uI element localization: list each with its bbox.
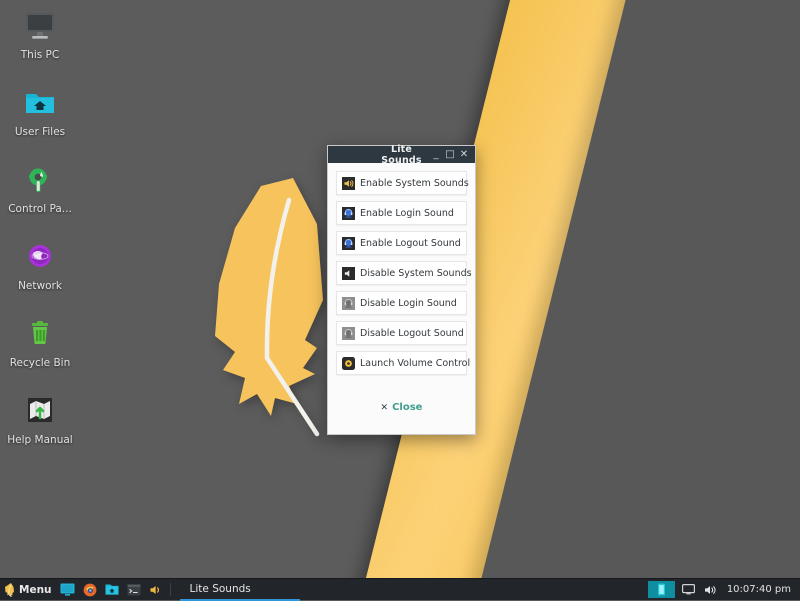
row-label: Disable System Sounds (360, 267, 472, 279)
task-list: Lite Sounds (174, 578, 648, 601)
help-manual-icon (0, 391, 80, 431)
task-label: Lite Sounds (189, 582, 251, 595)
row-label: Enable System Sounds (360, 177, 469, 189)
system-tray: 10:07:40 pm (647, 579, 800, 600)
file-manager-icon (105, 584, 119, 595)
desktop-icon-control-panel[interactable]: Control Pa... (0, 160, 80, 216)
enable-login-sound-button[interactable]: Enable Login Sound (336, 201, 467, 225)
control-panel-icon (0, 160, 80, 200)
close-window-button[interactable]: ✕ (457, 147, 471, 162)
firefox-icon (83, 583, 96, 596)
file-manager-launcher[interactable] (101, 579, 123, 600)
login-sound-icon (342, 206, 355, 220)
launch-volume-control-button[interactable]: Launch Volume Control (336, 351, 471, 375)
desktop-icon-label: Control Pa... (8, 203, 72, 215)
disable-system-sounds-button[interactable]: Disable System Sounds (336, 261, 472, 285)
volume-knob-icon (342, 356, 355, 370)
login-sound-disabled-icon (342, 296, 355, 310)
feather-logo-icon (5, 583, 14, 597)
feather-logo (215, 178, 323, 437)
clipboard-indicator-icon[interactable] (647, 581, 675, 598)
speaker-mute-icon (342, 266, 355, 280)
close-x-icon: ✕ (380, 402, 389, 413)
desktop-icon-help-manual[interactable]: Help Manual (0, 391, 80, 447)
home-folder-icon (0, 83, 80, 123)
desktop-icon-label: Recycle Bin (9, 357, 71, 369)
taskbar-launchers: Menu (0, 579, 167, 600)
volume-launcher[interactable] (145, 579, 167, 600)
speaker-icon[interactable] (702, 584, 719, 596)
trash-icon (0, 314, 80, 354)
lite-sounds-dialog[interactable]: Lite Sounds _ □ ✕ Enable System Sounds E… (327, 143, 476, 435)
close-area: ✕ Close (336, 381, 467, 434)
desktop-icon-recycle-bin[interactable]: Recycle Bin (0, 314, 80, 370)
desktop-icon-label: Network (18, 280, 62, 292)
clock[interactable]: 10:07:40 pm (724, 584, 794, 595)
close-label: Close (392, 402, 423, 413)
display-settings-icon (60, 583, 75, 596)
enable-logout-sound-button[interactable]: Enable Logout Sound (336, 231, 467, 255)
logout-sound-icon (342, 236, 355, 250)
row-label: Disable Login Sound (360, 297, 457, 309)
desktop-icon-user-files[interactable]: User Files (0, 83, 80, 139)
start-menu-button[interactable]: Menu (0, 579, 56, 600)
close-button[interactable]: ✕ Close (381, 402, 423, 413)
start-menu-label: Menu (19, 583, 52, 596)
row-label: Disable Logout Sound (360, 327, 464, 339)
speaker-on-icon (342, 176, 355, 190)
computer-icon (0, 6, 80, 46)
row-label: Launch Volume Control (360, 357, 471, 369)
desktop-icon-network[interactable]: Network (0, 237, 80, 293)
dialog-title: Lite Sounds (381, 143, 422, 166)
task-button-lite-sounds[interactable]: Lite Sounds (179, 578, 300, 601)
row-label: Enable Login Sound (360, 207, 454, 219)
dialog-titlebar[interactable]: Lite Sounds _ □ ✕ (328, 143, 475, 166)
monitor-icon[interactable] (680, 584, 697, 595)
dialog-body: Enable System Sounds Enable Login Sound (328, 163, 475, 434)
desktop-icon-this-pc[interactable]: This PC (0, 6, 80, 62)
disable-logout-sound-button[interactable]: Disable Logout Sound (336, 321, 467, 345)
terminal-icon (127, 584, 141, 595)
row-label: Enable Logout Sound (360, 237, 461, 249)
firefox-launcher[interactable] (79, 579, 101, 600)
network-globe-icon (0, 237, 80, 277)
display-settings-launcher[interactable] (56, 579, 79, 600)
taskbar: Menu Lite Sounds 10:07:40 pm (0, 578, 800, 601)
volume-icon (150, 585, 159, 594)
desktop-icon-list: This PC User Files Control Pa... Network… (0, 6, 80, 468)
logout-sound-disabled-icon (342, 326, 355, 340)
minimize-button[interactable]: _ (429, 147, 443, 162)
taskbar-separator (169, 583, 171, 596)
disable-login-sound-button[interactable]: Disable Login Sound (336, 291, 467, 315)
terminal-launcher[interactable] (123, 579, 145, 600)
maximize-button[interactable]: □ (443, 147, 457, 162)
desktop-icon-label: Help Manual (7, 434, 73, 446)
desktop-icon-label: User Files (14, 126, 66, 138)
desktop-icon-label: This PC (20, 49, 60, 61)
enable-system-sounds-button[interactable]: Enable System Sounds (336, 171, 469, 195)
